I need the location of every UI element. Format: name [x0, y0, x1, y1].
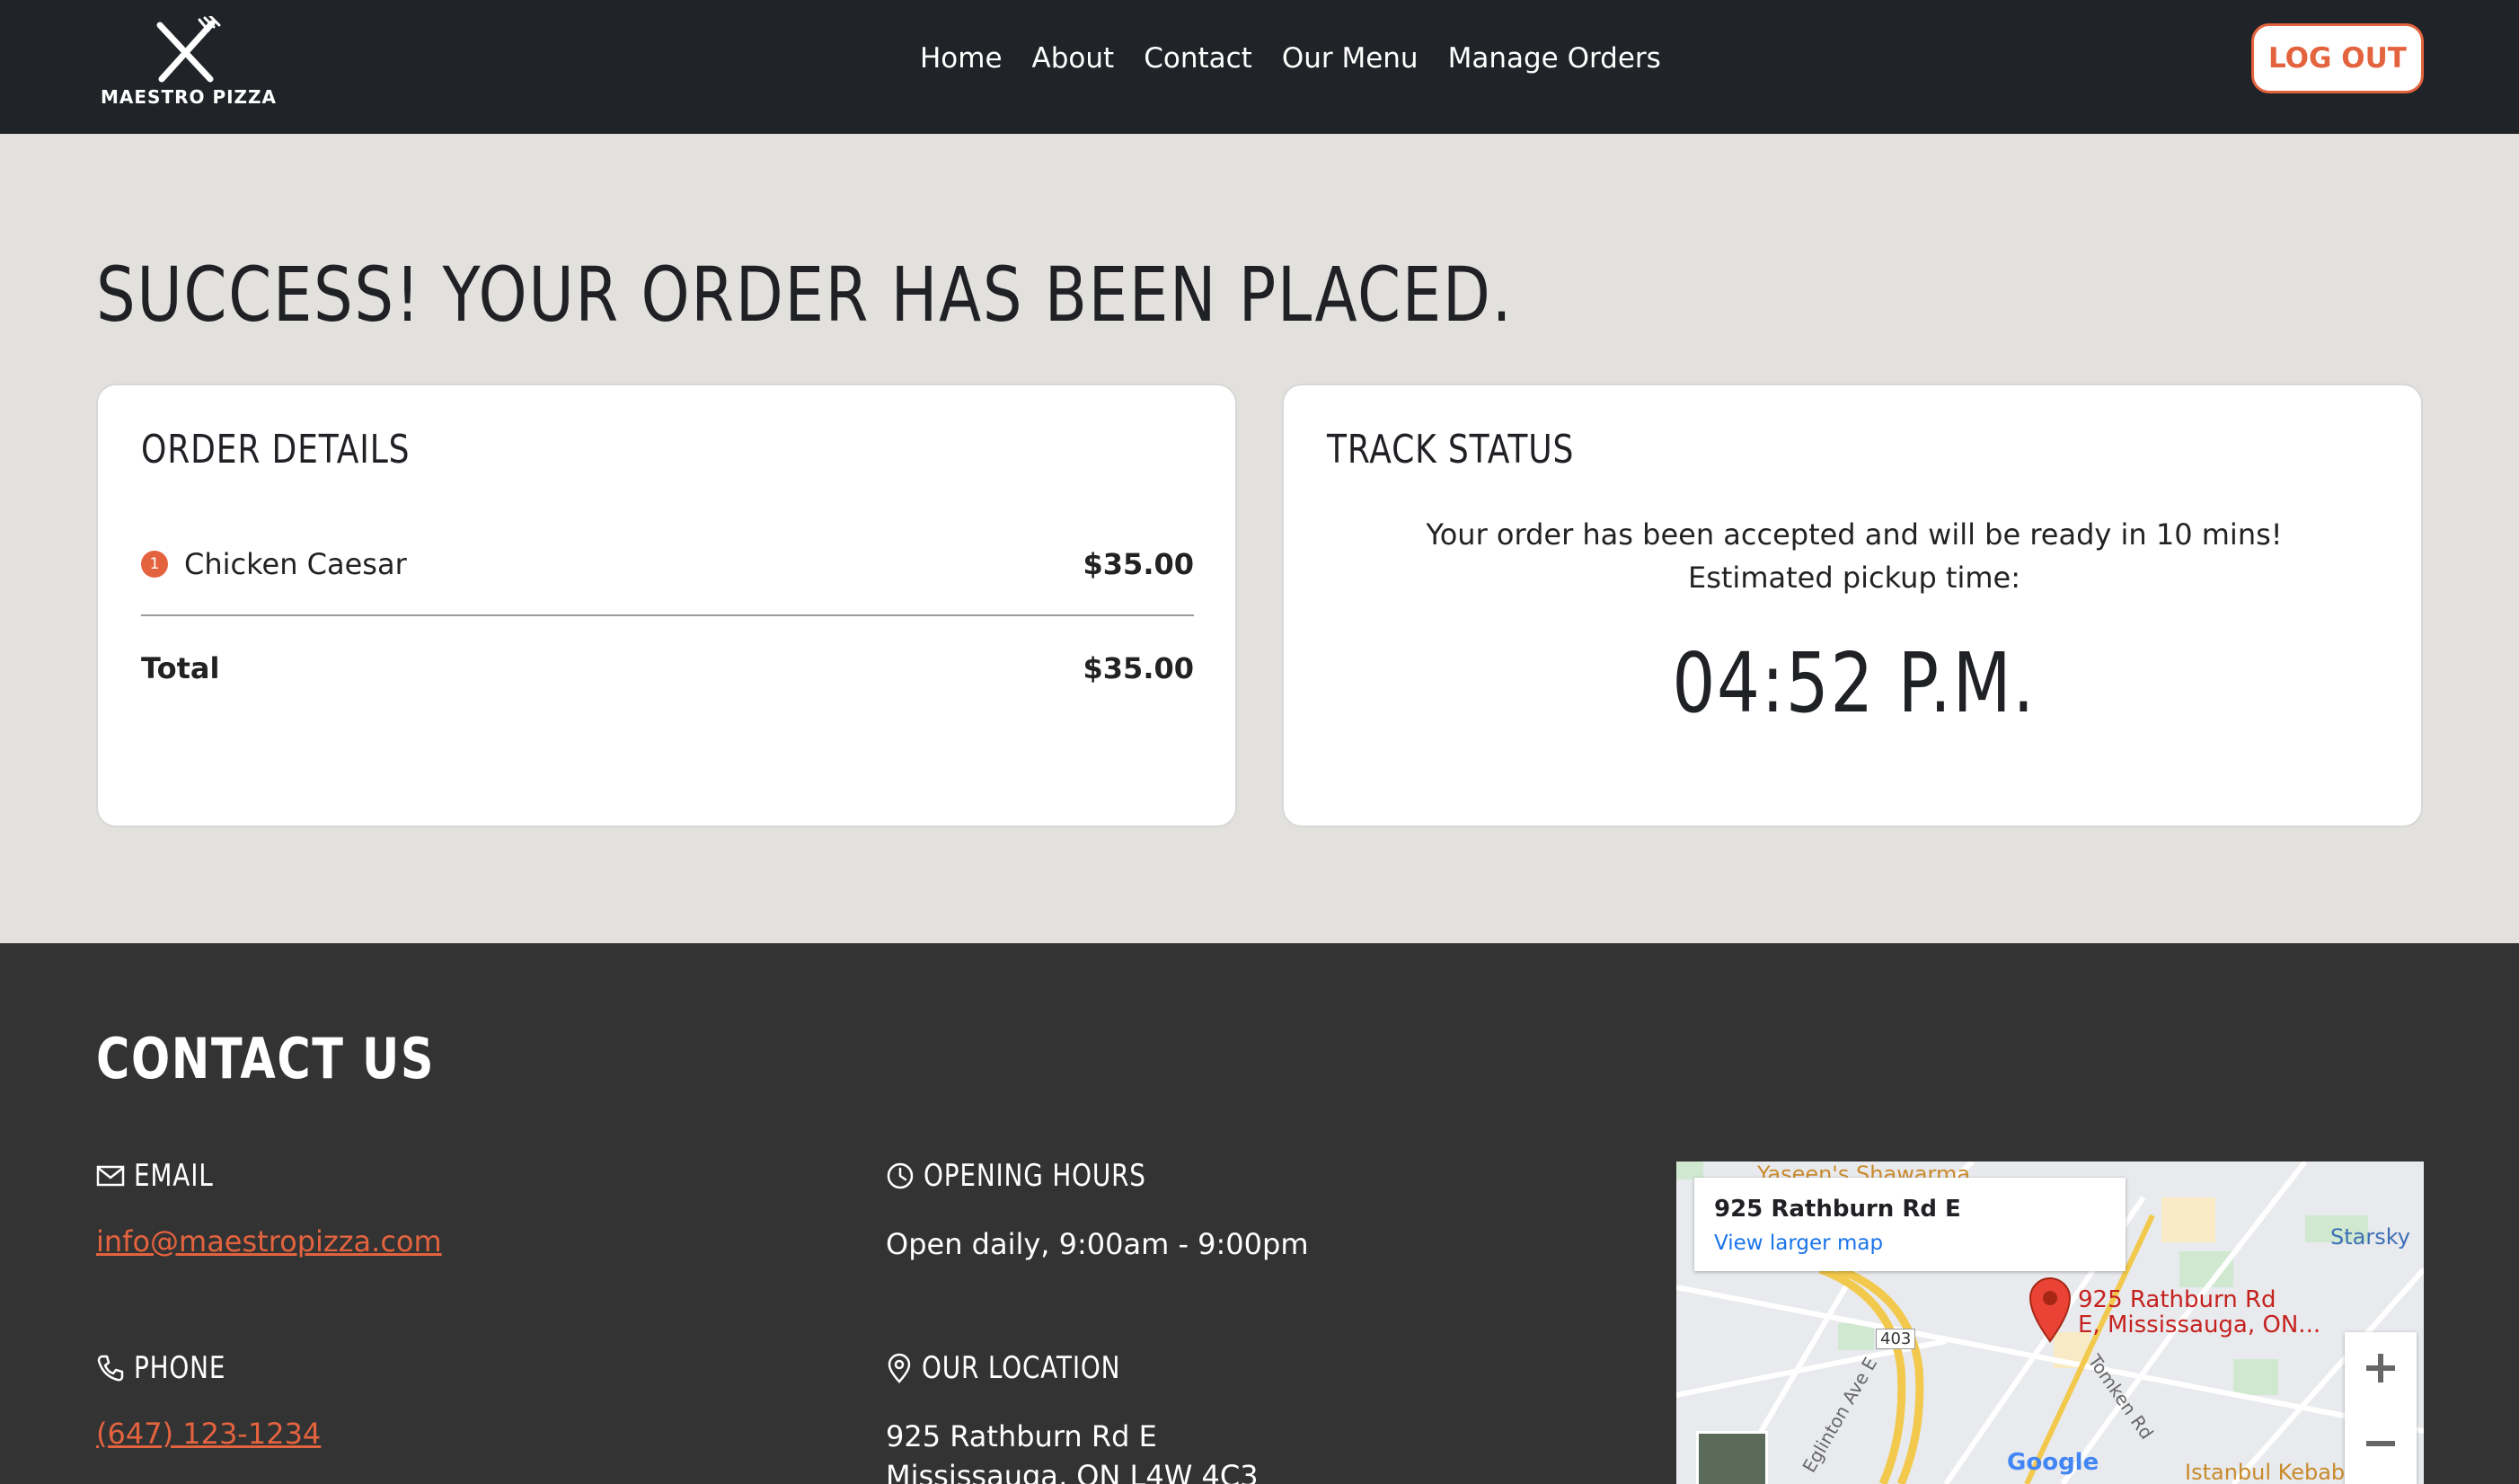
- main-nav: Home About Contact Our Menu Manage Order…: [920, 36, 1661, 81]
- map-card-title: 925 Rathburn Rd E: [1714, 1196, 1961, 1223]
- zoom-out-button[interactable]: [2345, 1408, 2417, 1480]
- nav-home[interactable]: Home: [920, 36, 1003, 81]
- nav-our-menu[interactable]: Our Menu: [1282, 36, 1419, 81]
- nav-about[interactable]: About: [1032, 36, 1115, 81]
- order-item-row: 1 Chicken Caesar $35.00: [141, 542, 1194, 587]
- order-details-title: ORDER DETAILS: [141, 427, 411, 473]
- nav-contact[interactable]: Contact: [1144, 36, 1252, 81]
- email-link[interactable]: info@maestropizza.com: [96, 1224, 442, 1259]
- nav-manage-orders[interactable]: Manage Orders: [1448, 36, 1661, 81]
- hours-value: Open daily, 9:00am - 9:00pm: [886, 1227, 1309, 1261]
- item-name: Chicken Caesar: [184, 547, 407, 581]
- map-pin-icon[interactable]: [2027, 1276, 2073, 1343]
- email-label: EMAIL: [134, 1158, 214, 1194]
- main-content: SUCCESS! YOUR ORDER HAS BEEN PLACED. ORD…: [0, 134, 2519, 943]
- item-price: $35.00: [1083, 547, 1194, 581]
- hours-heading: OPENING HOURS: [886, 1158, 1604, 1194]
- track-status-title: TRACK STATUS: [1327, 427, 1575, 473]
- track-status-card: TRACK STATUS Your order has been accepte…: [1282, 384, 2423, 827]
- map-label-highway: 403: [1876, 1329, 1916, 1349]
- phone-label: PHONE: [134, 1350, 226, 1386]
- quantity-badge: 1: [141, 551, 168, 578]
- pickup-time-value: 04:52 P.M.: [1672, 635, 2037, 731]
- email-heading: EMAIL: [96, 1158, 815, 1194]
- view-larger-map-link[interactable]: View larger map: [1714, 1232, 1883, 1255]
- brand-logo[interactable]: MAESTRO PIZZA: [101, 16, 278, 110]
- logout-button[interactable]: LOG OUT: [2251, 23, 2424, 93]
- page-title: SUCCESS! YOUR ORDER HAS BEEN PLACED.: [96, 251, 1514, 339]
- total-value: $35.00: [1083, 651, 1194, 685]
- google-logo: Google: [2007, 1449, 2099, 1476]
- map-pin-label-line-2: E, Mississauga, ON...: [2078, 1312, 2321, 1338]
- pickup-time: 04:52 P.M.: [1284, 635, 2425, 731]
- hours-label: OPENING HOURS: [924, 1158, 1146, 1194]
- satellite-toggle[interactable]: [1696, 1431, 1768, 1484]
- location-map[interactable]: Yaseen's Shawarma Starsky Eglinton Ave E…: [1676, 1162, 2424, 1484]
- order-details-card: ORDER DETAILS 1 Chicken Caesar $35.00 To…: [96, 384, 1237, 827]
- status-line-1: Your order has been accepted and will be…: [1426, 517, 2283, 552]
- phone-link[interactable]: (647) 123-1234: [96, 1417, 321, 1451]
- navbar: MAESTRO PIZZA Home About Contact Our Men…: [0, 0, 2519, 134]
- location-heading: OUR LOCATION: [886, 1350, 1604, 1386]
- order-total-row: Total $35.00: [141, 646, 1194, 691]
- plus-icon: [2366, 1354, 2395, 1382]
- map-info-card: 925 Rathburn Rd E View larger map: [1694, 1178, 2126, 1271]
- map-label-poi-2: Starsky: [2330, 1224, 2410, 1250]
- minus-icon: [2366, 1441, 2395, 1446]
- address: 925 Rathburn Rd E Mississauga, ON L4W 4C…: [886, 1417, 1604, 1484]
- order-divider: [141, 614, 1194, 616]
- zoom-in-button[interactable]: [2345, 1332, 2417, 1404]
- status-line-2: Estimated pickup time:: [1687, 561, 2020, 595]
- fork-knife-icon: [156, 16, 221, 83]
- brand-name: MAESTRO PIZZA: [101, 86, 278, 108]
- email-block: EMAIL info@maestropizza.com: [96, 1158, 815, 1259]
- clock-icon: [887, 1162, 914, 1189]
- contact-title: CONTACT US: [96, 1026, 436, 1091]
- address-line-2: Mississauga, ON L4W 4C3: [886, 1459, 1259, 1484]
- phone-icon: [97, 1355, 124, 1382]
- location-pin-icon: [888, 1353, 911, 1383]
- envelope-icon: [96, 1165, 125, 1187]
- phone-block: PHONE (647) 123-1234: [96, 1350, 815, 1451]
- hours-block: OPENING HOURS Open daily, 9:00am - 9:00p…: [886, 1158, 1604, 1264]
- track-status-message: Your order has been accepted and will be…: [1284, 513, 2425, 599]
- map-pin-label-line-1: 925 Rathburn Rd: [2078, 1286, 2276, 1313]
- map-pin-label: 925 Rathburn Rd E, Mississauga, ON...: [2078, 1287, 2320, 1338]
- phone-heading: PHONE: [96, 1350, 815, 1386]
- location-label: OUR LOCATION: [922, 1350, 1121, 1386]
- total-label: Total: [141, 651, 220, 685]
- map-zoom-controls: [2345, 1332, 2417, 1484]
- footer: CONTACT US EMAIL info@maestropizza.com P…: [0, 943, 2519, 1484]
- location-block: OUR LOCATION 925 Rathburn Rd E Mississau…: [886, 1350, 1604, 1484]
- address-line-1: 925 Rathburn Rd E: [886, 1419, 1157, 1453]
